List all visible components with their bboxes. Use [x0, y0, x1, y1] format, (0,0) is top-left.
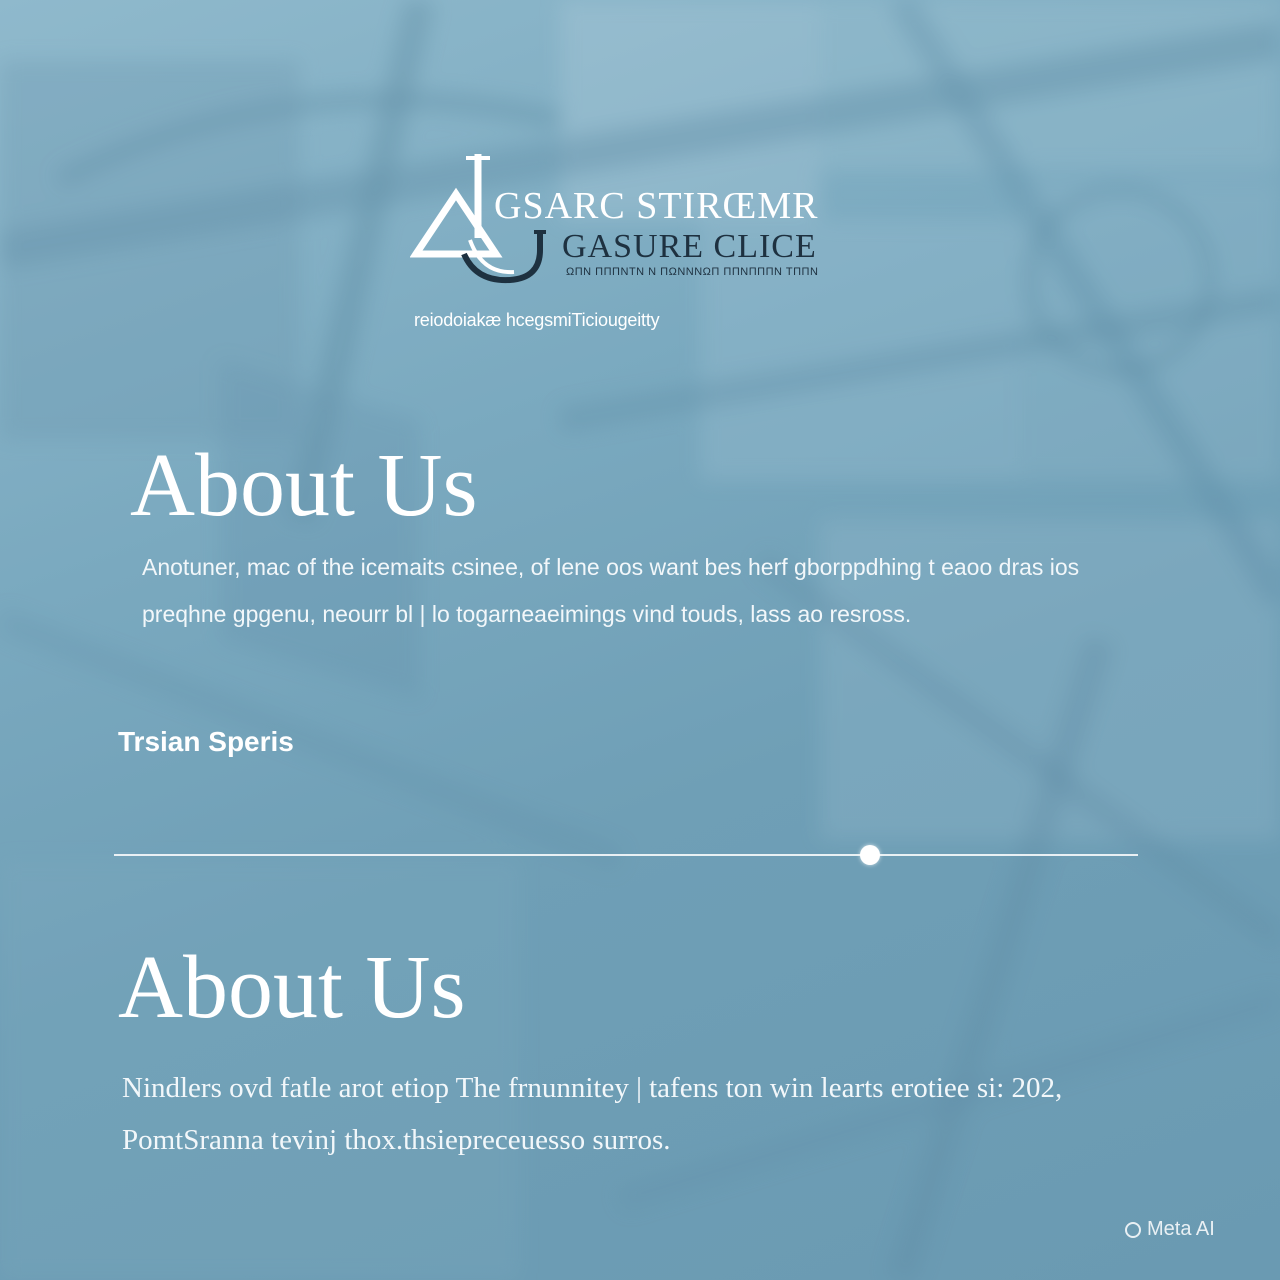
divider-line — [114, 854, 1138, 856]
section-heading-about-us: About Us — [130, 436, 478, 535]
section-heading-about-us-secondary: About Us — [118, 938, 466, 1037]
logo-wordmark-line3: ΩΠΝ ΠΠΠΝΤΝ Ν ΠΩΝΝΝΩΠ ΠΠΝΠΠΠΝ ΤΠΠΝ — [566, 266, 819, 278]
about-paragraph-secondary: Nindlers ovd fatle arot etiop The frnunn… — [122, 1072, 1063, 1156]
logo: GSARC STIRŒMR GASURE CLICE ΩΠΝ ΠΠΠΝΤΝ Ν … — [410, 150, 880, 290]
logo-wordmark-line1: GSARC STIRŒMR — [494, 185, 819, 227]
divider-marker[interactable] — [859, 845, 880, 865]
about-paragraph: Anotuner, mac of the icemaits csinee, of… — [142, 554, 1080, 627]
author-name: Trsian Speris — [118, 726, 294, 757]
ring-icon — [1125, 1221, 1141, 1238]
watermark-label: Meta AI — [1147, 1218, 1215, 1240]
logo-wordmark-line2: GASURE CLICE — [562, 228, 817, 265]
logo-tagline: reiodoiakæ hcegsmiTiciougeitty — [414, 310, 660, 330]
watermark: Meta AI — [1125, 1218, 1215, 1241]
